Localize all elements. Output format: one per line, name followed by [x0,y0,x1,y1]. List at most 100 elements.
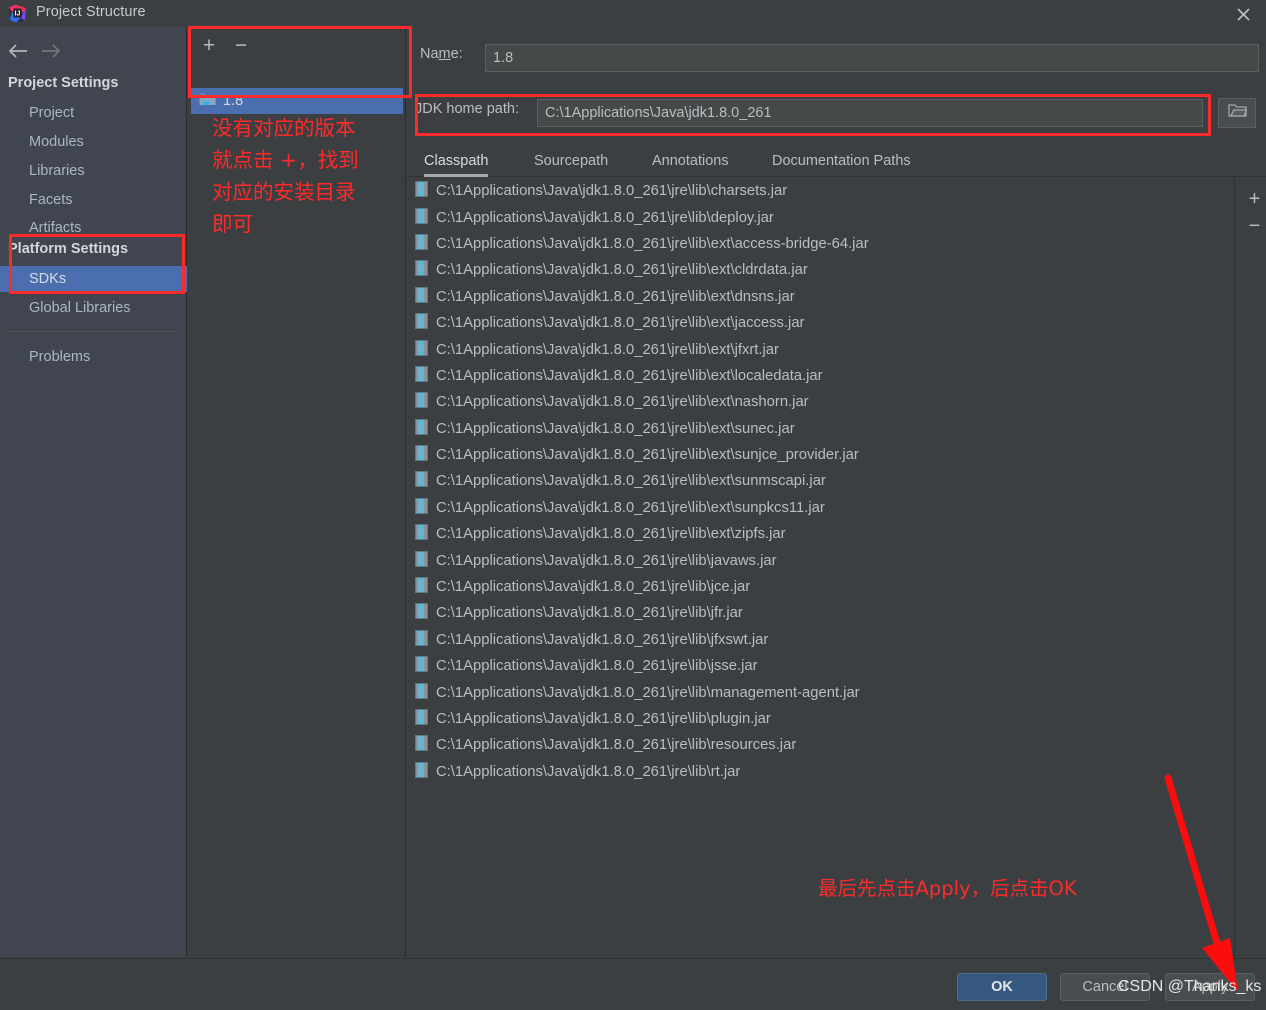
classpath-entry-row[interactable]: C:\1Applications\Java\jdk1.8.0_261\jre\l… [407,468,1234,494]
classpath-entry-label: C:\1Applications\Java\jdk1.8.0_261\jre\l… [436,235,869,252]
tab-annotations[interactable]: Annotations [652,145,729,177]
classpath-entry-label: C:\1Applications\Java\jdk1.8.0_261\jre\l… [436,367,823,384]
jar-file-icon [415,233,428,254]
classpath-entry-label: C:\1Applications\Java\jdk1.8.0_261\jre\l… [436,658,758,675]
classpath-entry-row[interactable]: C:\1Applications\Java\jdk1.8.0_261\jre\l… [407,574,1234,600]
settings-sidebar: Project Settings Project Modules Librari… [0,27,187,957]
add-sdk-button[interactable]: + [197,33,221,57]
sdk-list-item-label: 1.8 [223,93,244,109]
classpath-entry-row[interactable]: C:\1Applications\Java\jdk1.8.0_261\jre\l… [407,653,1234,679]
classpath-entry-row[interactable]: C:\1Applications\Java\jdk1.8.0_261\jre\l… [407,521,1234,547]
remove-classpath-button[interactable]: − [1243,214,1266,238]
jar-file-icon [415,286,428,307]
jar-file-icon [415,445,428,465]
jar-file-icon [415,656,428,676]
detail-tabs: Classpath Sourcepath Annotations Documen… [407,145,1266,177]
jar-file-icon [415,392,428,412]
classpath-entry-list[interactable]: C:\1Applications\Java\jdk1.8.0_261\jre\l… [407,178,1234,957]
classpath-entry-label: C:\1Applications\Java\jdk1.8.0_261\jre\l… [436,711,771,727]
classpath-entry-row[interactable]: C:\1Applications\Java\jdk1.8.0_261\jre\l… [407,231,1234,257]
jar-file-icon [415,550,428,571]
classpath-entry-row[interactable]: C:\1Applications\Java\jdk1.8.0_261\jre\l… [407,759,1234,785]
classpath-entry-label: C:\1Applications\Java\jdk1.8.0_261\jre\l… [436,684,860,701]
jar-file-icon [415,313,428,333]
tab-documentation-paths[interactable]: Documentation Paths [772,145,911,177]
classpath-entry-label: C:\1Applications\Java\jdk1.8.0_261\jre\l… [436,605,743,622]
jar-file-icon [415,181,428,201]
project-structure-dialog: IJ Project Structure Project Settings Pr… [0,0,1266,1010]
ok-button[interactable]: OK [957,973,1047,1001]
svg-text:IJ: IJ [15,11,21,18]
close-icon[interactable] [1228,2,1258,26]
window-title: Project Structure [36,4,146,20]
navigation-arrows [0,35,187,67]
classpath-entry-row[interactable]: C:\1Applications\Java\jdk1.8.0_261\jre\l… [407,416,1234,442]
classpath-entry-row[interactable]: C:\1Applications\Java\jdk1.8.0_261\jre\l… [407,442,1234,468]
name-input[interactable] [485,44,1259,72]
classpath-entry-row[interactable]: C:\1Applications\Java\jdk1.8.0_261\jre\l… [407,204,1234,230]
browse-jdk-home-button[interactable] [1218,98,1256,128]
classpath-entry-row[interactable]: C:\1Applications\Java\jdk1.8.0_261\jre\l… [407,627,1234,653]
jar-file-icon [415,497,428,518]
classpath-entry-label: C:\1Applications\Java\jdk1.8.0_261\jre\l… [436,631,769,648]
sidebar-group-platform-settings: Platform Settings [8,241,129,257]
classpath-entry-label: C:\1Applications\Java\jdk1.8.0_261\jre\l… [436,394,809,411]
sidebar-item-modules[interactable]: Modules [0,129,187,155]
jar-file-icon [415,761,428,782]
classpath-entry-row[interactable]: C:\1Applications\Java\jdk1.8.0_261\jre\l… [407,336,1234,362]
classpath-entry-label: C:\1Applications\Java\jdk1.8.0_261\jre\l… [436,420,795,437]
sidebar-item-artifacts[interactable]: Artifacts [0,215,187,241]
classpath-entry-label: C:\1Applications\Java\jdk1.8.0_261\jre\l… [436,262,808,279]
watermark: CSDN @Thanks_ks [1118,978,1262,995]
sidebar-item-facets[interactable]: Facets [0,187,187,213]
jar-file-icon [415,418,428,439]
classpath-entry-row[interactable]: C:\1Applications\Java\jdk1.8.0_261\jre\l… [407,547,1234,573]
classpath-entry-row[interactable]: C:\1Applications\Java\jdk1.8.0_261\jre\l… [407,679,1234,705]
classpath-entry-label: C:\1Applications\Java\jdk1.8.0_261\jre\l… [436,579,751,596]
jar-file-icon [415,471,428,491]
classpath-entry-label: C:\1Applications\Java\jdk1.8.0_261\jre\l… [436,552,777,569]
sidebar-item-global-libraries[interactable]: Global Libraries [0,295,187,321]
tab-classpath[interactable]: Classpath [424,145,489,177]
jar-file-icon [415,682,428,703]
arrow-right-icon[interactable] [39,39,63,63]
classpath-entry-row[interactable]: C:\1Applications\Java\jdk1.8.0_261\jre\l… [407,389,1234,415]
jar-file-icon [415,709,428,729]
sdk-toolbar: + − [188,30,406,60]
annotation-note-left: 没有对应的版本 就点击 +，找到 对应的安装目录 即可 [212,116,359,236]
sidebar-item-sdks[interactable]: SDKs [0,266,187,292]
sidebar-item-project[interactable]: Project [0,100,187,126]
classpath-entry-label: C:\1Applications\Java\jdk1.8.0_261\jre\l… [436,499,825,516]
jdk-home-path-input[interactable] [537,99,1203,127]
name-label: Name: [420,46,463,62]
classpath-entry-row[interactable]: C:\1Applications\Java\jdk1.8.0_261\jre\l… [407,706,1234,732]
classpath-entry-label: C:\1Applications\Java\jdk1.8.0_261\jre\l… [436,209,774,226]
classpath-entry-label: C:\1Applications\Java\jdk1.8.0_261\jre\l… [436,288,795,305]
classpath-entry-row[interactable]: C:\1Applications\Java\jdk1.8.0_261\jre\l… [407,284,1234,310]
arrow-left-icon[interactable] [6,39,30,63]
jar-file-icon [415,365,428,386]
classpath-panel-divider [1234,178,1235,957]
sidebar-item-problems[interactable]: Problems [0,344,187,370]
remove-sdk-button[interactable]: − [229,33,253,57]
classpath-entry-row[interactable]: C:\1Applications\Java\jdk1.8.0_261\jre\l… [407,732,1234,758]
sidebar-item-libraries[interactable]: Libraries [0,158,187,184]
annotation-note-bottom: 最后先点击Apply，后点击OK [818,877,1077,900]
classpath-entry-row[interactable]: C:\1Applications\Java\jdk1.8.0_261\jre\l… [407,257,1234,283]
jdk-home-path-row: JDK home path: [415,101,519,117]
classpath-entry-row[interactable]: C:\1Applications\Java\jdk1.8.0_261\jre\l… [407,363,1234,389]
sidebar-group-project-settings: Project Settings [8,75,119,91]
sdk-detail-panel: Name: JDK home path: Classpath Sourcepat… [407,27,1266,957]
classpath-entry-label: C:\1Applications\Java\jdk1.8.0_261\jre\l… [436,473,826,490]
classpath-entry-label: C:\1Applications\Java\jdk1.8.0_261\jre\l… [436,315,805,332]
classpath-entry-row[interactable]: C:\1Applications\Java\jdk1.8.0_261\jre\l… [407,495,1234,521]
jdk-folder-icon [199,91,216,111]
classpath-entry-row[interactable]: C:\1Applications\Java\jdk1.8.0_261\jre\l… [407,178,1234,204]
classpath-entry-row[interactable]: C:\1Applications\Java\jdk1.8.0_261\jre\l… [407,310,1234,336]
classpath-entry-row[interactable]: C:\1Applications\Java\jdk1.8.0_261\jre\l… [407,600,1234,626]
add-classpath-button[interactable]: + [1243,187,1266,211]
sdk-list-item-1-8[interactable]: 1.8 [191,88,403,114]
tab-sourcepath[interactable]: Sourcepath [534,145,608,177]
jar-file-icon [415,603,428,623]
name-field-row: Name: [420,46,463,62]
